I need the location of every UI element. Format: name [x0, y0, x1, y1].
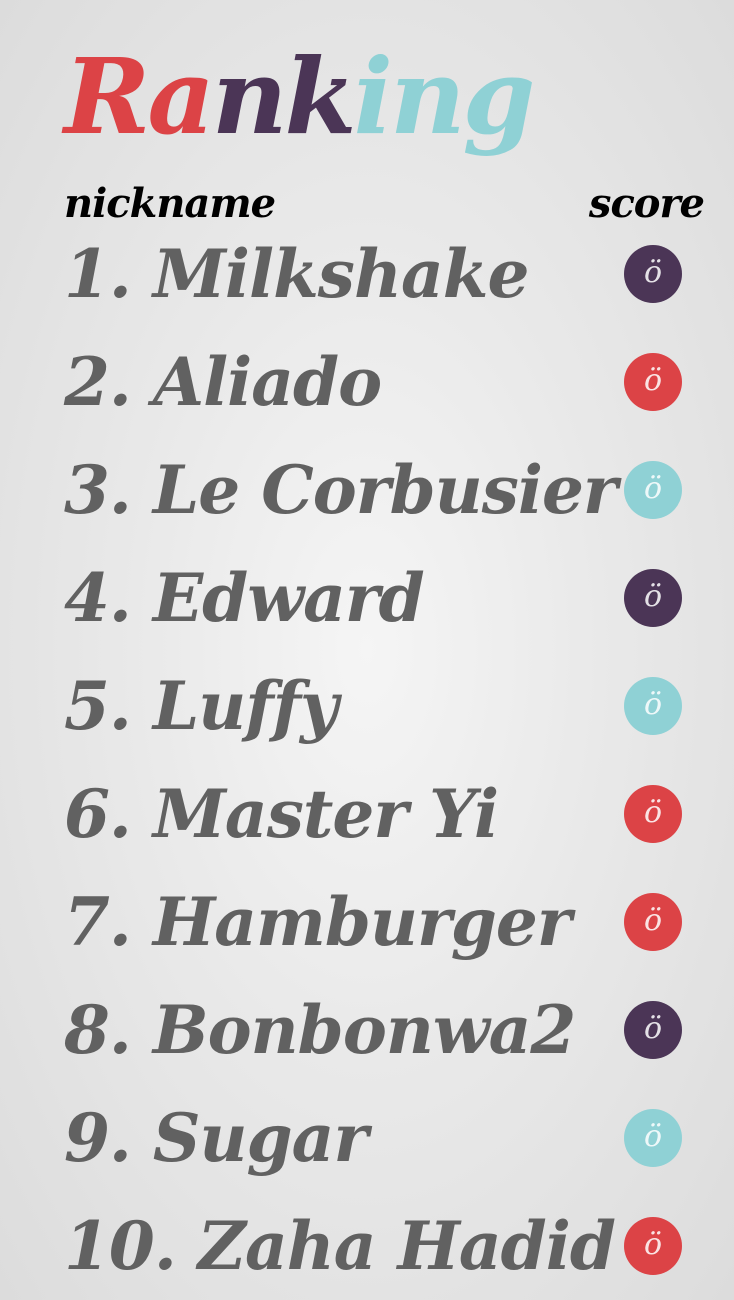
score-badge-icon: ö: [624, 461, 682, 519]
ranking-row[interactable]: 3. Le Corbusier ö: [64, 436, 704, 544]
title-letter: n: [211, 35, 288, 158]
title-letter: a: [147, 35, 214, 158]
score-badge-icon: ö: [624, 353, 682, 411]
ranking-row[interactable]: 1. Milkshake ö: [64, 220, 704, 328]
ranking-row[interactable]: 8. Bonbonwa2 ö: [64, 976, 704, 1084]
ranking-row[interactable]: 5. Luffy ö: [64, 652, 704, 760]
score-badge-icon: ö: [624, 1109, 682, 1167]
ranking-row[interactable]: 9. Sugar ö: [64, 1084, 704, 1192]
player-name: 7. Hamburger: [64, 883, 572, 961]
player-name: 9. Sugar: [64, 1099, 368, 1177]
score-badge-icon: ö: [624, 1217, 682, 1275]
score-badge-icon: ö: [624, 1001, 682, 1059]
player-name: 2. Aliado: [64, 343, 382, 421]
player-name: 4. Edward: [64, 559, 425, 637]
title-letter: k: [284, 35, 356, 158]
score-badge-icon: ö: [624, 785, 682, 843]
ranking-row[interactable]: 2. Aliado ö: [64, 328, 704, 436]
score-badge-icon: ö: [624, 245, 682, 303]
title-letter: n: [390, 35, 466, 158]
title-letter: g: [462, 35, 536, 158]
page-title: Ranking: [64, 32, 536, 162]
ranking-list: 1. Milkshake ö 2. Aliado ö 3. Le Corbusi…: [64, 220, 704, 1300]
player-name: 6. Master Yi: [64, 775, 499, 853]
player-name: 5. Luffy: [64, 667, 338, 745]
ranking-row[interactable]: 10. Zaha Hadid ö: [64, 1192, 704, 1300]
ranking-row[interactable]: 7. Hamburger ö: [64, 868, 704, 976]
ranking-row[interactable]: 6. Master Yi ö: [64, 760, 704, 868]
score-badge-icon: ö: [624, 677, 682, 735]
player-name: 8. Bonbonwa2: [64, 991, 576, 1069]
score-badge-icon: ö: [624, 569, 682, 627]
player-name: 3. Le Corbusier: [64, 451, 618, 529]
player-name: 1. Milkshake: [64, 235, 529, 313]
title-letter: R: [64, 35, 150, 158]
title-letter: i: [353, 35, 393, 158]
score-badge-icon: ö: [624, 893, 682, 951]
player-name: 10. Zaha Hadid: [64, 1207, 616, 1285]
ranking-row[interactable]: 4. Edward ö: [64, 544, 704, 652]
